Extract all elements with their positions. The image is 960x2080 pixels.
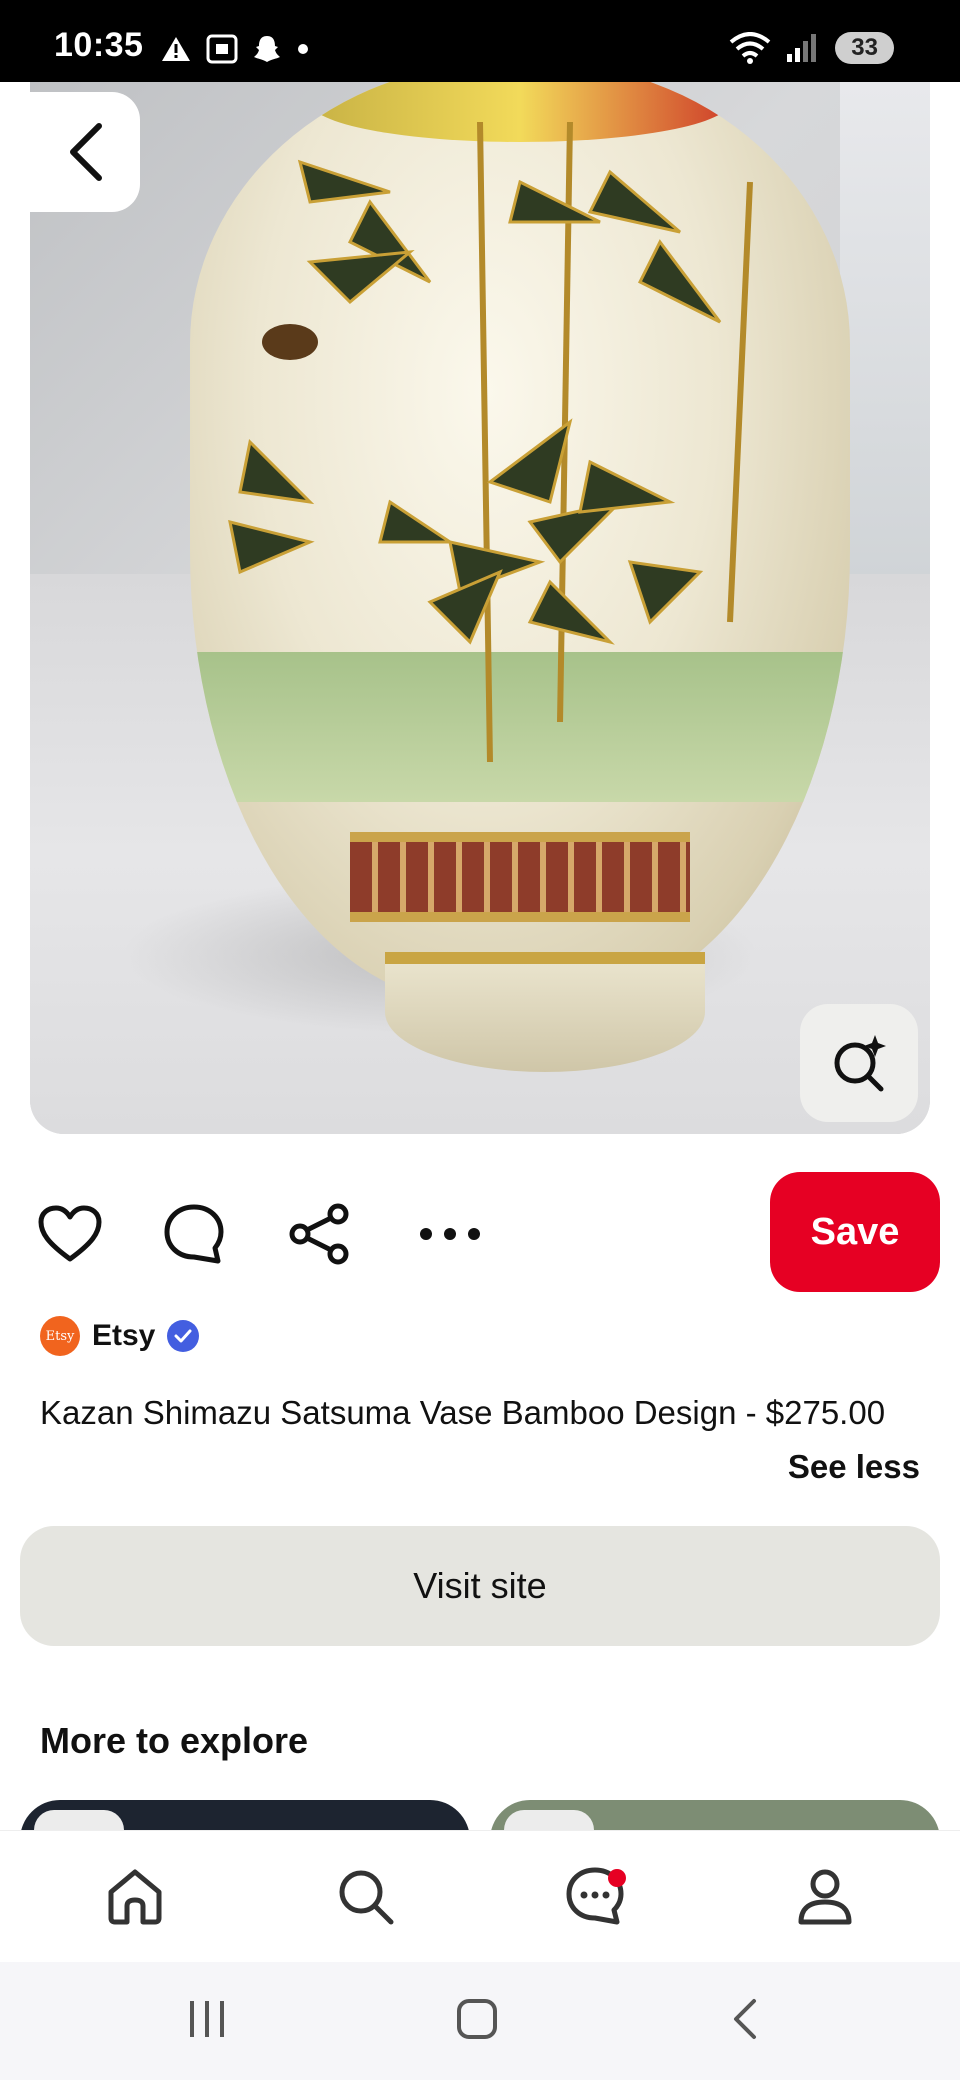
alert-icon [162,37,190,61]
search-icon [339,1870,394,1925]
pin-image[interactable] [30,82,930,1134]
snapchat-icon [254,36,280,62]
home-icon [108,1869,162,1925]
screenshot-icon [206,34,238,64]
explore-thumbnails [0,1800,960,1830]
nav-messages[interactable] [550,1851,640,1941]
explore-card[interactable] [20,1800,470,1830]
chevron-left-icon [70,123,102,181]
status-time: 10:35 [54,26,144,64]
comment-icon [164,1204,224,1264]
nav-search[interactable] [320,1851,410,1941]
like-button[interactable] [30,1194,110,1274]
explore-card[interactable] [490,1800,940,1830]
wifi-icon [730,32,771,64]
checkmark-icon [174,1329,192,1343]
source-avatar[interactable]: Etsy [40,1316,80,1356]
share-button[interactable] [280,1194,360,1274]
lens-search-icon [834,1035,886,1092]
home-square-icon [457,1999,497,2039]
nav-profile[interactable] [780,1851,870,1941]
recent-apps-icon [190,2001,224,2037]
visual-search-button[interactable] [800,1004,918,1122]
recent-apps-button[interactable] [162,1984,252,2054]
back-chevron-icon [734,1999,756,2039]
verified-badge [167,1320,200,1352]
battery-indicator: 33 [835,32,894,64]
bamboo-pattern [228,121,753,763]
bottom-nav [0,1830,960,1960]
visit-site-button[interactable]: Visit site [20,1526,940,1646]
pin-title: Kazan Shimazu Satsuma Vase Bamboo Design… [40,1394,886,1431]
save-button[interactable]: Save [770,1172,940,1292]
back-button[interactable] [30,92,140,212]
status-right-icons: 33 [729,32,894,64]
vase-illustration [190,82,850,1002]
source-name[interactable]: Etsy [92,1319,155,1353]
share-icon [289,1203,349,1265]
more-to-explore-heading: More to explore [40,1720,309,1761]
back-system-button[interactable] [700,1984,790,2054]
see-less-link[interactable]: See less [788,1440,920,1494]
more-dots-icon [420,1228,480,1240]
pin-actions: Save [30,1172,940,1294]
notification-dot [608,1869,626,1887]
dot-icon [298,44,308,54]
signal-icon [787,34,817,62]
status-left-icons [160,34,310,64]
nav-home[interactable] [90,1851,180,1941]
profile-icon [798,1869,852,1925]
home-system-button[interactable] [432,1984,522,2054]
comment-button[interactable] [154,1194,234,1274]
more-options-button[interactable] [410,1194,490,1274]
pin-source[interactable]: Etsy Etsy [40,1316,200,1356]
status-bar: 10:35 33 [0,0,960,82]
heart-icon [38,1205,102,1262]
system-nav-bar [0,1962,960,2080]
